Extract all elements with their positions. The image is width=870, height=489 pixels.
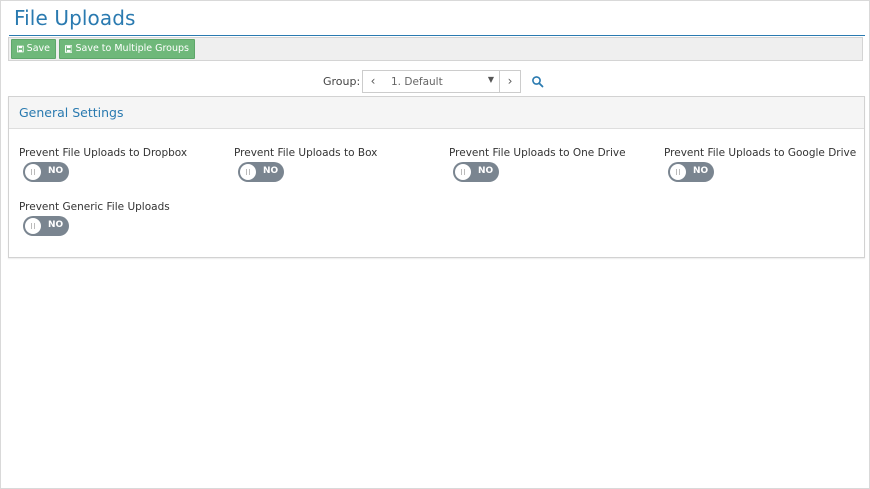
setting-label: Prevent File Uploads to Google Drive [664, 147, 857, 159]
save-button[interactable]: Save [11, 39, 56, 59]
group-selected-value: 1. Default [391, 76, 443, 88]
save-button-label: Save [26, 43, 50, 54]
toggle-knob [25, 164, 41, 180]
setting-dropbox: Prevent File Uploads to Dropbox NO [19, 147, 188, 182]
page-title: File Uploads [14, 6, 136, 30]
panel-title: General Settings [19, 105, 124, 120]
floppy-disk-icon [65, 45, 73, 53]
toggle-state: NO [263, 166, 279, 176]
title-divider [9, 35, 865, 36]
setting-label: Prevent File Uploads to One Drive [449, 147, 626, 159]
toggle-state: NO [48, 166, 64, 176]
group-label: Group: [323, 75, 361, 88]
setting-box: Prevent File Uploads to Box NO [234, 147, 378, 182]
google-drive-toggle[interactable]: NO [668, 162, 714, 182]
toggle-knob [25, 218, 41, 234]
setting-label: Prevent File Uploads to Box [234, 147, 378, 159]
panel-header: General Settings [9, 97, 864, 129]
general-settings-panel: General Settings Prevent File Uploads to… [8, 96, 865, 258]
setting-one-drive: Prevent File Uploads to One Drive NO [449, 147, 626, 182]
group-selector-row: Group: ‹ 1. Default ▼ › [1, 70, 870, 94]
generic-uploads-toggle[interactable]: NO [23, 216, 69, 236]
chevron-down-icon: ▼ [487, 75, 494, 84]
setting-generic: Prevent Generic File Uploads NO [19, 201, 170, 236]
search-icon[interactable] [531, 75, 545, 89]
group-select[interactable]: 1. Default ▼ [383, 70, 500, 93]
toggle-state: NO [48, 220, 64, 230]
floppy-disk-icon [17, 45, 24, 53]
group-next-button[interactable]: › [499, 70, 521, 93]
save-multiple-groups-button[interactable]: Save to Multiple Groups [59, 39, 195, 59]
toggle-knob [240, 164, 256, 180]
save-multiple-groups-label: Save to Multiple Groups [75, 43, 189, 54]
toggle-knob [670, 164, 686, 180]
dropbox-toggle[interactable]: NO [23, 162, 69, 182]
setting-label: Prevent Generic File Uploads [19, 201, 170, 213]
group-prev-button[interactable]: ‹ [362, 70, 384, 93]
setting-label: Prevent File Uploads to Dropbox [19, 147, 188, 159]
toolbar: Save Save to Multiple Groups [8, 37, 863, 61]
toggle-state: NO [478, 166, 494, 176]
toggle-state: NO [693, 166, 709, 176]
setting-google-drive: Prevent File Uploads to Google Drive NO [664, 147, 857, 182]
box-toggle[interactable]: NO [238, 162, 284, 182]
one-drive-toggle[interactable]: NO [453, 162, 499, 182]
toggle-knob [455, 164, 471, 180]
app-frame: File Uploads Save Save to Multiple Group… [0, 0, 870, 489]
